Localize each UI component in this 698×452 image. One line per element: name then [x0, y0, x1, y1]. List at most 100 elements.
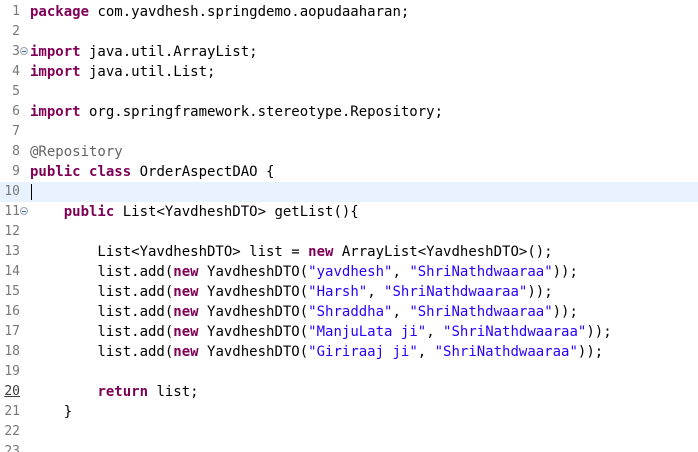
- code-line[interactable]: 9 public class OrderAspectDAO {: [0, 162, 698, 182]
- line-number: 11: [4, 204, 20, 219]
- code-line[interactable]: 4 import java.util.List;: [0, 62, 698, 82]
- code-line[interactable]: 2: [0, 22, 698, 42]
- line-number: 14: [4, 264, 20, 279]
- code-token: ,: [392, 304, 410, 320]
- fold-toggle-icon[interactable]: [20, 47, 28, 55]
- string-token: "Shraddha": [308, 304, 393, 320]
- line-number: 10: [4, 184, 20, 199]
- keyword-token: class: [89, 164, 132, 180]
- code-text[interactable]: import org.springframework.stereotype.Re…: [30, 102, 443, 122]
- code-text[interactable]: @Repository: [30, 142, 123, 162]
- code-editor[interactable]: 1 package com.yavdhesh.springdemo.aopudaa…: [0, 0, 698, 452]
- line-number: 4: [12, 64, 20, 79]
- string-token: "ShriNathdwaaraa": [409, 304, 553, 320]
- code-token: list.add(: [30, 344, 174, 360]
- code-text[interactable]: list.add(new YavdheshDTO("yavdhesh", "Sh…: [30, 262, 578, 282]
- line-number: 19: [4, 364, 20, 379]
- code-text[interactable]: import java.util.ArrayList;: [30, 42, 258, 62]
- line-number: 20: [4, 384, 20, 399]
- code-line[interactable]: 16 list.add(new YavdheshDTO("Shraddha", …: [0, 302, 698, 322]
- code-token: }: [30, 404, 73, 420]
- code-line[interactable]: 6 import org.springframework.stereotype.R…: [0, 102, 698, 122]
- code-text[interactable]: list.add(new YavdheshDTO("Harsh", "ShriN…: [30, 282, 553, 302]
- line-number: 1: [12, 4, 20, 19]
- line-number: 12: [4, 224, 20, 239]
- keyword-token: new: [173, 304, 199, 320]
- keyword-token: new: [173, 344, 199, 360]
- keyword-token: public: [30, 164, 81, 180]
- code-text[interactable]: public class OrderAspectDAO {: [30, 162, 274, 182]
- keyword-token: return: [97, 384, 149, 400]
- code-line[interactable]: 8 @Repository: [0, 142, 698, 162]
- code-line[interactable]: 10: [0, 182, 698, 202]
- line-number: 8: [12, 144, 20, 159]
- fold-toggle-icon[interactable]: [20, 207, 28, 215]
- code-text[interactable]: List<YavdheshDTO> list = new ArrayList<Y…: [30, 242, 553, 262]
- code-token: list.add(: [30, 264, 174, 280]
- code-line[interactable]: 12: [0, 222, 698, 242]
- code-text[interactable]: }: [30, 402, 72, 422]
- code-line[interactable]: 3 import java.util.ArrayList;: [0, 42, 698, 62]
- code-text[interactable]: list.add(new YavdheshDTO("ManjuLata ji",…: [30, 322, 611, 342]
- code-token: com.yavdhesh.springdemo.aopudaaharan;: [89, 4, 410, 20]
- code-token: ,: [367, 284, 385, 300]
- code-line[interactable]: 22: [0, 422, 698, 442]
- code-line[interactable]: 21 }: [0, 402, 698, 422]
- code-line[interactable]: 17 list.add(new YavdheshDTO("ManjuLata j…: [0, 322, 698, 342]
- string-token: "Harsh": [308, 284, 368, 300]
- code-token: ));: [552, 304, 578, 320]
- code-text[interactable]: package com.yavdhesh.springdemo.aopudaah…: [30, 2, 409, 22]
- code-line[interactable]: 7: [0, 122, 698, 142]
- text-cursor: [31, 184, 32, 200]
- line-number: 15: [4, 284, 20, 299]
- code-token: YavdheshDTO(: [198, 284, 309, 300]
- code-token: ArrayList<YavdheshDTO>();: [333, 244, 553, 260]
- code-text[interactable]: public List<YavdheshDTO> getList(){: [30, 202, 359, 222]
- line-number: 5: [12, 84, 20, 99]
- partial-line-number: 23: [0, 444, 28, 452]
- keyword-token: new: [173, 264, 199, 280]
- code-token: java.util.ArrayList;: [80, 44, 258, 60]
- line-number: 6: [12, 104, 20, 119]
- code-text[interactable]: import java.util.List;: [30, 62, 215, 82]
- code-line[interactable]: 19: [0, 362, 698, 382]
- code-line[interactable]: 5: [0, 82, 698, 102]
- code-token: org.springframework.stereotype.Repositor…: [80, 104, 444, 120]
- code-token: list;: [148, 384, 199, 400]
- code-token: OrderAspectDAO {: [131, 164, 275, 180]
- string-token: "ManjuLata ji": [308, 324, 427, 340]
- code-token: YavdheshDTO(: [198, 344, 309, 360]
- string-token: "ShriNathdwaaraa": [384, 284, 528, 300]
- code-line[interactable]: 14 list.add(new YavdheshDTO("yavdhesh", …: [0, 262, 698, 282]
- line-number: 13: [4, 244, 20, 259]
- code-token: ,: [417, 344, 435, 360]
- line-number: 2: [12, 24, 20, 39]
- code-line[interactable]: 1 package com.yavdhesh.springdemo.aopudaa…: [0, 2, 698, 22]
- code-token: ));: [552, 264, 578, 280]
- code-token: ,: [426, 324, 444, 340]
- code-line[interactable]: 11 public List<YavdheshDTO> getList(){: [0, 202, 698, 222]
- code-text[interactable]: list.add(new YavdheshDTO("Giriraaj ji", …: [30, 342, 603, 362]
- code-text[interactable]: list.add(new YavdheshDTO("Shraddha", "Sh…: [30, 302, 578, 322]
- code-token: ,: [392, 264, 410, 280]
- code-token: list.add(: [30, 324, 174, 340]
- line-number: 21: [4, 404, 20, 419]
- keyword-token: import: [30, 64, 81, 80]
- code-token: java.util.List;: [80, 64, 216, 80]
- code-line[interactable]: 13 List<YavdheshDTO> list = new ArrayLis…: [0, 242, 698, 262]
- string-token: "ShriNathdwaaraa": [434, 344, 578, 360]
- line-number: 23: [4, 444, 20, 452]
- annotation-token: @Repository: [30, 144, 123, 160]
- code-text[interactable]: return list;: [30, 382, 199, 402]
- code-line[interactable]: 18 list.add(new YavdheshDTO("Giriraaj ji…: [0, 342, 698, 362]
- code-token: YavdheshDTO(: [198, 304, 309, 320]
- code-line[interactable]: 15 list.add(new YavdheshDTO("Harsh", "Sh…: [0, 282, 698, 302]
- keyword-token: new: [308, 244, 334, 260]
- code-token: ));: [527, 284, 553, 300]
- keyword-token: import: [30, 44, 81, 60]
- code-token: list.add(: [30, 284, 174, 300]
- keyword-token: import: [30, 104, 81, 120]
- code-line[interactable]: 20 return list;: [0, 382, 698, 402]
